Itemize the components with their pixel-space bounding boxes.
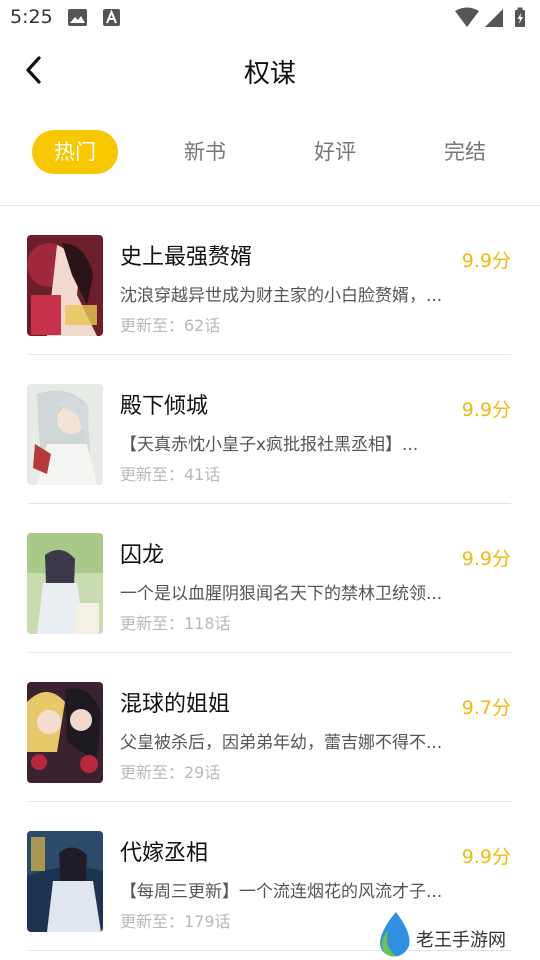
book-description: 【每周三更新】一个流连烟花的风流才子... <box>120 882 443 902</box>
book-title: 史上最强赘婿 <box>120 245 253 270</box>
font-icon <box>103 9 120 30</box>
book-update: 更新至：62话 <box>120 316 221 335</box>
status-bar: 5:25 <box>0 0 540 36</box>
wifi-icon <box>455 7 479 27</box>
book-score: 9.9分 <box>461 846 511 868</box>
droplet-logo-icon <box>374 910 414 960</box>
book-cover <box>27 682 103 783</box>
watermark: 老王手游网 <box>372 910 532 960</box>
book-title: 殿下倾城 <box>120 394 209 419</box>
book-description: 【天真赤忱小皇子x疯批报社黑丞相】... <box>120 435 419 455</box>
tab-hot[interactable]: 热门 <box>32 130 118 174</box>
book-cover <box>27 384 103 485</box>
book-item[interactable]: 殿下倾城 9.9分 【天真赤忱小皇子x疯批报社黑丞相】... 更新至：41话 <box>0 355 540 504</box>
book-update: 更新至：29话 <box>120 763 221 782</box>
book-score: 9.9分 <box>461 399 511 421</box>
book-cover <box>27 533 103 634</box>
book-score: 9.9分 <box>461 250 511 272</box>
book-update: 更新至：118话 <box>120 614 231 633</box>
battery-icon <box>515 7 525 27</box>
signal-icon <box>485 9 503 27</box>
book-description: 父皇被杀后，因弟弟年幼，蕾吉娜不得不... <box>120 733 443 753</box>
book-score: 9.7分 <box>461 697 511 719</box>
status-time: 5:25 <box>10 6 53 28</box>
tab-bar: 热门 新书 好评 完结 <box>0 130 540 176</box>
book-description: 沈浪穿越异世成为财主家的小白脸赘婿，... <box>120 286 443 306</box>
tab-completed[interactable]: 完结 <box>422 130 508 174</box>
book-update: 更新至：179话 <box>120 912 231 931</box>
book-item[interactable]: 囚龙 9.9分 一个是以血腥阴狠闻名天下的禁林卫统领... 更新至：118话 <box>0 504 540 653</box>
book-title: 代嫁丞相 <box>120 841 209 866</box>
book-cover <box>27 235 103 336</box>
book-score: 9.9分 <box>461 548 511 570</box>
watermark-text: 老王手游网 <box>416 930 506 951</box>
tab-rated[interactable]: 好评 <box>292 130 378 174</box>
book-item[interactable]: 史上最强赘婿 9.9分 沈浪穿越异世成为财主家的小白脸赘婿，... 更新至：62… <box>0 206 540 355</box>
status-right-icons <box>455 7 530 29</box>
book-title: 混球的姐姐 <box>120 692 231 717</box>
book-update: 更新至：41话 <box>120 465 221 484</box>
book-cover <box>27 831 103 932</box>
book-title: 囚龙 <box>120 543 165 568</box>
book-description: 一个是以血腥阴狠闻名天下的禁林卫统领... <box>120 584 443 604</box>
header: 权谋 <box>0 36 540 108</box>
page-title: 权谋 <box>243 59 296 89</box>
tab-new[interactable]: 新书 <box>162 130 248 174</box>
book-item[interactable]: 混球的姐姐 9.7分 父皇被杀后，因弟弟年幼，蕾吉娜不得不... 更新至：29话 <box>0 653 540 802</box>
image-icon <box>68 9 87 30</box>
